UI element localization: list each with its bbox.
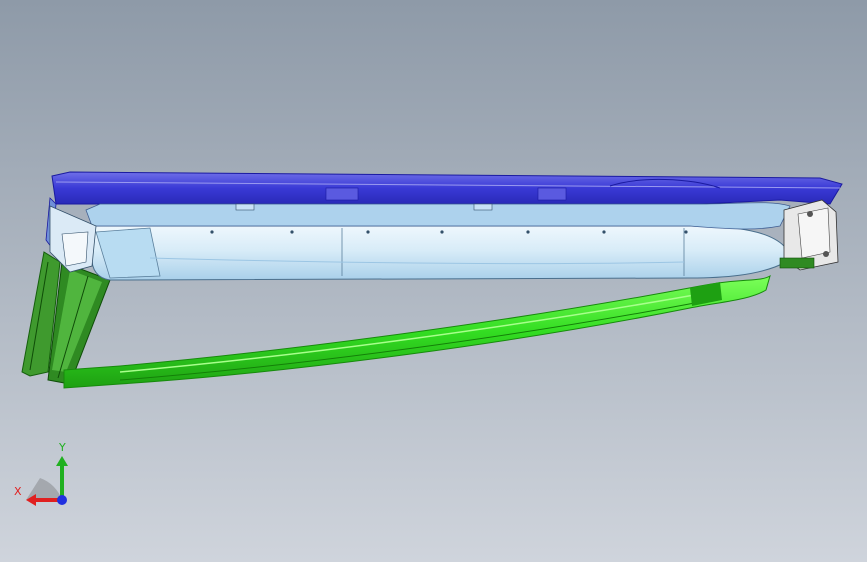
coordinate-triad: X Y [10, 438, 80, 508]
tray-body-part[interactable] [91, 225, 787, 281]
x-axis-label: X [14, 485, 22, 498]
y-axis-label: Y [59, 441, 66, 454]
viewport-background [0, 0, 867, 562]
right-hinge-bracket[interactable] [779, 199, 839, 271]
graphics-viewport[interactable]: X Y [0, 0, 867, 562]
